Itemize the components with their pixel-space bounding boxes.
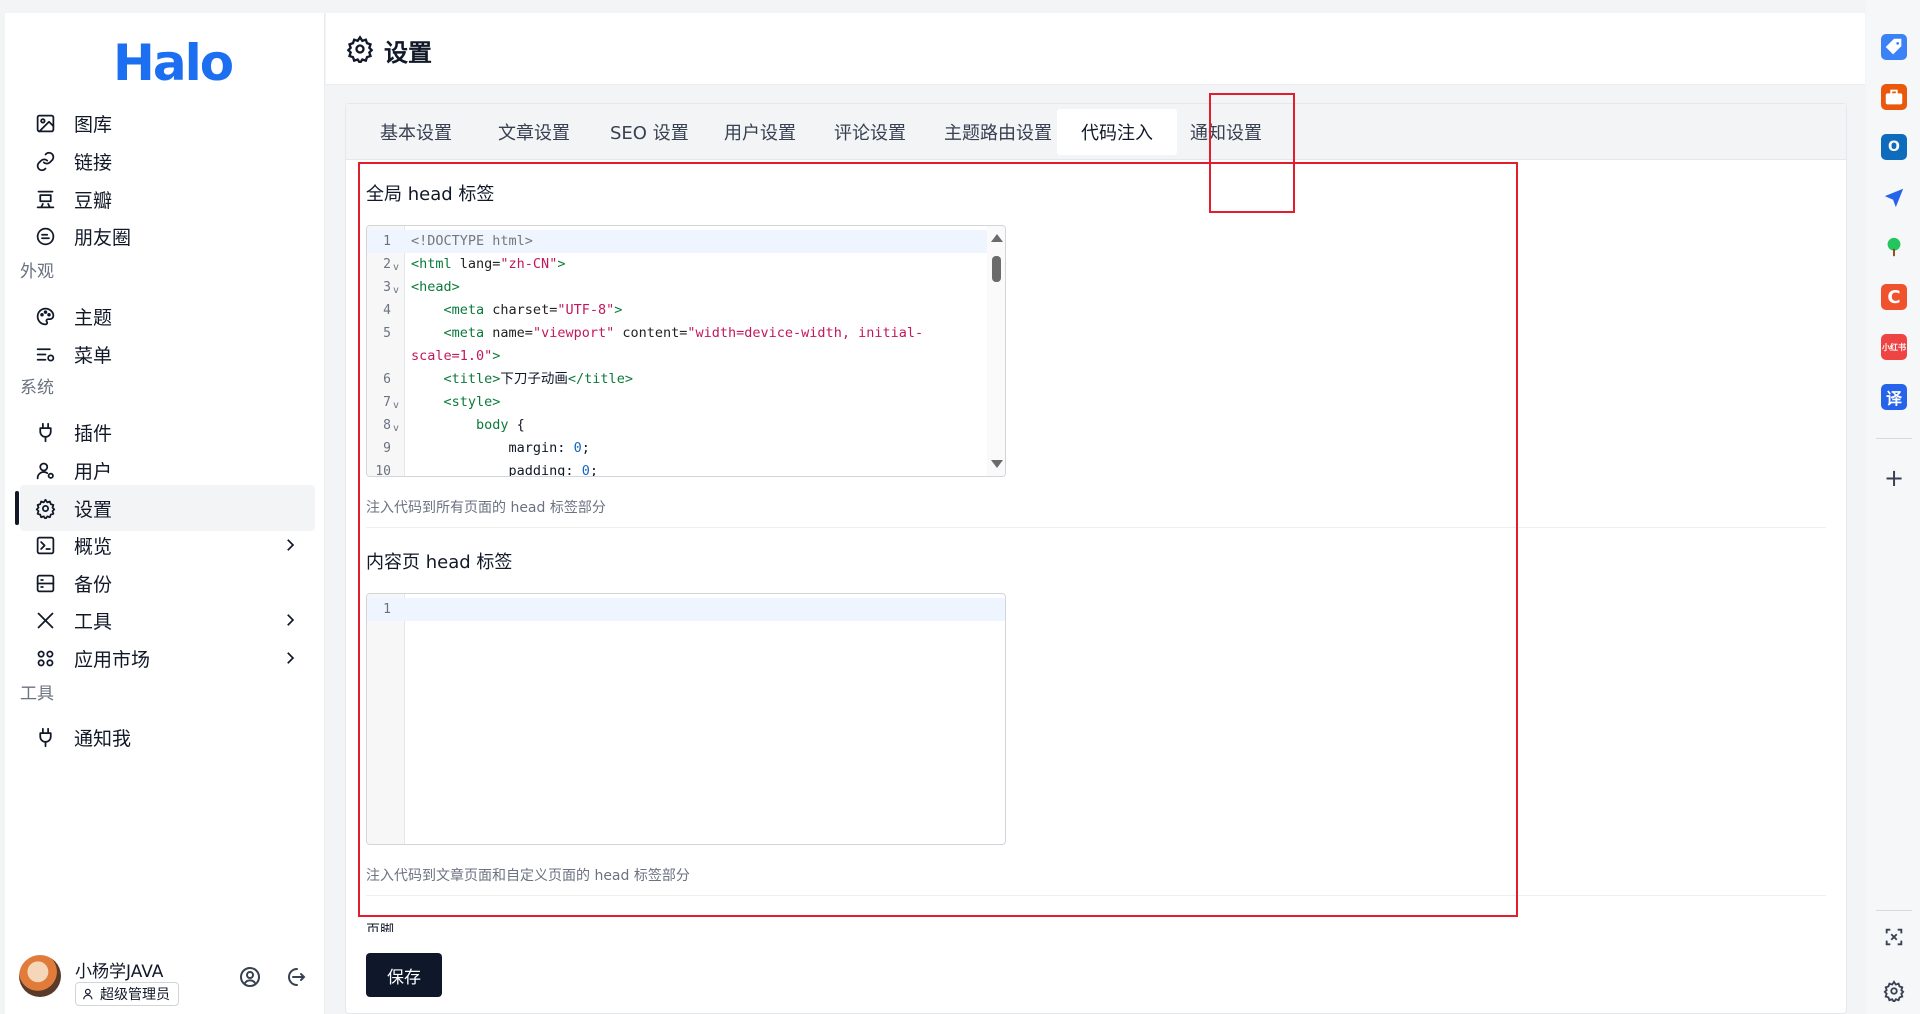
sidebar-item-menus[interactable]: 菜单 (20, 331, 315, 377)
settings-tabs: 基本设置 文章设置 SEO 设置 用户设置 评论设置 主题路由设置 代码注入 通… (346, 104, 1846, 160)
chevron-right-icon (281, 536, 299, 554)
plug-icon (34, 726, 56, 748)
toolbar-divider (1876, 438, 1912, 439)
csdn-icon[interactable]: C (1881, 284, 1907, 310)
logout-icon[interactable] (283, 965, 307, 989)
sidebar-item-label: 设置 (74, 498, 113, 521)
sidebar-item-label: 应用市场 (74, 648, 151, 671)
tag-icon[interactable] (1881, 34, 1907, 60)
screenshot-icon[interactable] (1881, 924, 1907, 950)
profile-icon[interactable] (238, 965, 262, 989)
translate-icon[interactable]: 译 (1881, 384, 1907, 410)
link-icon (34, 150, 56, 172)
sidebar-item-label: 用户 (74, 460, 113, 483)
sidebar: Halo 图库 链接 豆瓣 朋友圈 外观 主题 菜单 系统 插件 用户 设置 概… (5, 13, 325, 1014)
menu-settings-icon (34, 343, 56, 365)
group-label-system: 系统 (20, 378, 54, 398)
role-label: 超级管理员 (100, 987, 170, 1003)
sidebar-item-label: 图库 (74, 113, 113, 136)
sidebar-item-label: 链接 (74, 151, 113, 174)
user-role-icon (83, 988, 93, 1000)
sidebar-item-label: 菜单 (74, 344, 113, 367)
right-toolbar: O C 小红书 译 + (1866, 0, 1920, 1014)
xiaohongshu-icon[interactable]: 小红书 (1881, 334, 1907, 360)
tab-theme-route[interactable]: 主题路由设置 (920, 109, 1076, 155)
sidebar-item-app-market[interactable]: 应用市场 (20, 635, 315, 681)
tab-basic[interactable]: 基本设置 (356, 109, 476, 155)
sidebar-item-label: 主题 (74, 306, 113, 329)
user-icon (34, 459, 56, 481)
tab-comment[interactable]: 评论设置 (810, 109, 930, 155)
tab-seo[interactable]: SEO 设置 (586, 109, 713, 155)
sidebar-item-label: 通知我 (74, 727, 132, 750)
halo-logo[interactable]: Halo (113, 34, 234, 92)
save-button[interactable]: 保存 (366, 953, 442, 997)
gear-icon (346, 35, 374, 66)
chevron-right-icon (281, 611, 299, 629)
tab-code-injection[interactable]: 代码注入 (1057, 109, 1177, 155)
sidebar-item-label: 概览 (74, 535, 113, 558)
chevron-right-icon (281, 649, 299, 667)
sidebar-item-label: 插件 (74, 422, 113, 445)
user-panel: 小杨学JAVA 超级管理员 (19, 945, 319, 1006)
sidebar-item-label: 备份 (74, 573, 113, 596)
outlook-icon[interactable]: O (1881, 134, 1907, 160)
sidebar-item-label: 豆瓣 (74, 189, 113, 212)
douban-icon (34, 188, 56, 210)
footer-section-title: 页脚 (366, 923, 394, 932)
plug-icon (34, 421, 56, 443)
gear-icon (34, 497, 56, 519)
group-label-tools: 工具 (20, 684, 54, 704)
page-header: 设置 (326, 13, 1865, 85)
user-name: 小杨学JAVA (75, 962, 164, 982)
annotation-box-content (358, 162, 1518, 917)
tab-user[interactable]: 用户设置 (700, 109, 820, 155)
tab-post[interactable]: 文章设置 (474, 109, 594, 155)
toolbar-divider (1876, 910, 1912, 911)
role-badge: 超级管理员 (75, 982, 179, 1006)
send-icon[interactable] (1881, 184, 1907, 210)
add-icon[interactable]: + (1881, 464, 1907, 492)
sidebar-item-moments[interactable]: 朋友圈 (20, 213, 315, 259)
gear-icon[interactable] (1881, 978, 1907, 1004)
sidebar-item-label: 工具 (74, 610, 113, 633)
tools-icon (34, 609, 56, 631)
avatar[interactable] (19, 955, 61, 997)
terminal-icon (34, 534, 56, 556)
tree-icon[interactable] (1881, 234, 1907, 260)
toolbox-icon[interactable] (1881, 84, 1907, 110)
group-label-appearance: 外观 (20, 262, 54, 282)
backup-icon (34, 572, 56, 594)
page-title: 设置 (384, 39, 432, 67)
apps-icon (34, 647, 56, 669)
sidebar-item-notify[interactable]: 通知我 (20, 714, 315, 760)
sidebar-item-label: 朋友圈 (74, 226, 132, 249)
moments-icon (34, 225, 56, 247)
palette-icon (34, 305, 56, 327)
image-icon (34, 112, 56, 134)
